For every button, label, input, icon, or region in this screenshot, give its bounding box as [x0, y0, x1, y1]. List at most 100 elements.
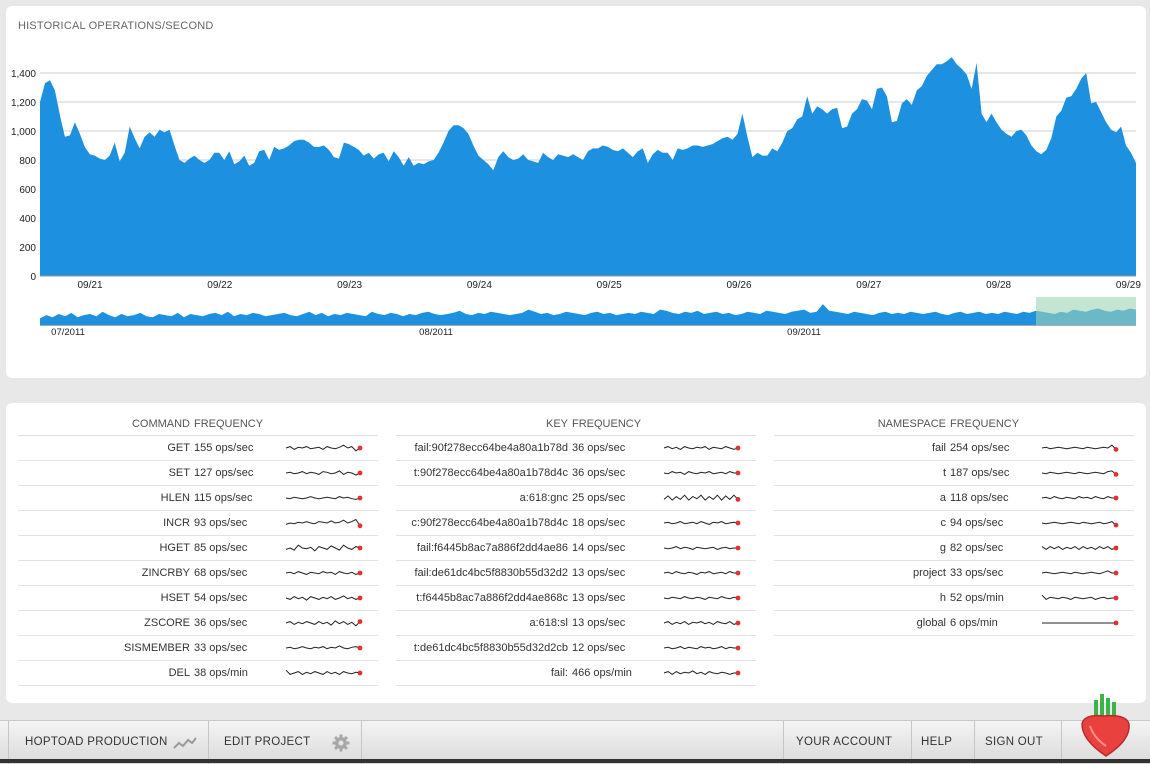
frequency-value: 12 ops/sec	[572, 642, 626, 654]
sparkline-line	[1041, 594, 1116, 601]
namespace-table-header: NAMESPACE FREQUENCY	[774, 413, 1134, 436]
sparkline	[1042, 620, 1119, 626]
command-name: HLEN	[160, 492, 190, 504]
sparkline-endpoint	[357, 523, 363, 529]
key-row[interactable]: a:618:sl 13 ops/sec	[396, 611, 756, 636]
frequency-value: 127 ops/sec	[194, 467, 254, 479]
command-row[interactable]: HGET 85 ops/sec	[18, 536, 378, 561]
frequency-value: 118 ops/sec	[950, 492, 1009, 504]
x-tick-label: 09/27	[856, 280, 881, 291]
sparkline-line	[663, 446, 739, 450]
sparkline-endpoint	[357, 470, 363, 476]
sparkline-line	[1041, 570, 1116, 575]
sparkline	[1041, 594, 1119, 601]
namespace-row[interactable]: global 6 ops/min	[774, 611, 1134, 636]
your-account-button[interactable]: YOUR ACCOUNT	[783, 721, 912, 764]
key-name: t:90f278ecc64be4a80a1b78d4c	[413, 467, 568, 479]
sparkline-line	[663, 621, 739, 625]
sparkline-line	[1041, 496, 1116, 500]
ops-area-chart: 0 200 400 600 800 1,000 1,200 1,400 09/21 09/22 09…	[11, 57, 1141, 338]
command-name: SISMEMBER	[123, 642, 190, 654]
sparkline-line	[285, 669, 361, 675]
command-row[interactable]: HSET 54 ops/sec	[18, 586, 378, 611]
frequency-value: 155 ops/sec	[194, 442, 254, 454]
namespace-row[interactable]: h 52 ops/min	[774, 586, 1134, 611]
sparkline-endpoint	[1113, 595, 1119, 601]
frequency-value: 52 ops/min	[950, 592, 1004, 604]
key-row[interactable]: t:90f278ecc64be4a80a1b78d4c 36 ops/sec	[396, 461, 756, 486]
sparkline-line	[663, 521, 739, 525]
sparkline	[663, 520, 741, 526]
sparkline	[1041, 495, 1119, 501]
edit-project-button[interactable]: EDIT PROJECT	[208, 721, 362, 764]
namespace-row[interactable]: fail 254 ops/sec	[774, 436, 1134, 461]
sparkline-endpoint	[735, 620, 741, 626]
command-row[interactable]: INCR 93 ops/sec	[18, 511, 378, 536]
overview-selection-window[interactable]	[1036, 297, 1136, 325]
command-row[interactable]: DEL 38 ops/min	[18, 661, 378, 686]
namespace-row[interactable]: t 187 ops/sec	[774, 461, 1134, 486]
command-row[interactable]: SISMEMBER 33 ops/sec	[18, 636, 378, 661]
ops-chart-panel: HISTORICAL OPERATIONS/SECOND 0 200 400 600 8…	[6, 6, 1146, 378]
sign-out-button[interactable]: SIGN OUT	[975, 721, 1062, 764]
frequency-value: 13 ops/sec	[572, 592, 626, 604]
frequency-value: 6 ops/min	[950, 617, 998, 629]
frequency-value: 36 ops/sec	[572, 442, 626, 454]
namespace-frequency-table: NAMESPACE FREQUENCY fail 254 ops/sec t 187 op…	[774, 413, 1134, 636]
command-row[interactable]: ZINCRBY 68 ops/sec	[18, 561, 378, 586]
key-row[interactable]: t:de61dc4bc5f8830b55d32d2cb 12 ops/sec	[396, 636, 756, 661]
frequency-value: 14 ops/sec	[572, 542, 626, 554]
command-row[interactable]: GET 155 ops/sec	[18, 436, 378, 461]
key-row[interactable]: fail:f6445b8ac7a886f2dd4ae86 14 ops/sec	[396, 536, 756, 561]
frequency-value: 54 ops/sec	[194, 592, 248, 604]
sparkline	[1041, 521, 1119, 528]
sparkline-endpoint	[357, 595, 363, 601]
help-button[interactable]: HELP	[911, 721, 975, 764]
command-row[interactable]: ZSCORE 36 ops/sec	[18, 611, 378, 636]
namespace-name: project	[912, 567, 946, 579]
sparkline-line	[1041, 444, 1117, 450]
frequency-value: 94 ops/sec	[950, 517, 1004, 529]
command-row[interactable]: HLEN 115 ops/sec	[18, 486, 378, 511]
sparkline	[285, 518, 363, 529]
frequency-value: 93 ops/sec	[194, 517, 248, 529]
key-row[interactable]: fail:90f278ecc64be4a80a1b78d 36 ops/sec	[396, 436, 756, 461]
footer-bar: HOPTOAD PRODUCTION EDIT PROJECT YOUR ACC…	[0, 720, 1150, 764]
overview-tick-label: 09/2011	[787, 327, 821, 338]
key-row[interactable]: t:f6445b8ac7a886f2dd4ae868c 13 ops/sec	[396, 586, 756, 611]
y-tick-label: 1,000	[11, 127, 36, 138]
sparkline	[1041, 570, 1119, 576]
x-tick-label: 09/24	[467, 280, 492, 291]
sparkline-endpoint	[1113, 495, 1119, 501]
sparkline-endpoint	[1113, 522, 1119, 528]
project-button[interactable]: HOPTOAD PRODUCTION	[8, 721, 209, 764]
command-row[interactable]: SET 127 ops/sec	[18, 461, 378, 486]
namespace-row[interactable]: c 94 ops/sec	[774, 511, 1134, 536]
command-frequency-table: COMMAND FREQUENCY GET 155 ops/sec SET 127 ops…	[18, 413, 378, 686]
sparkline-endpoint	[735, 570, 741, 576]
key-row[interactable]: c:90f278ecc64be4a80a1b78d4c 18 ops/sec	[396, 511, 756, 536]
key-row[interactable]: fail:de61dc4bc5f8830b55d32d2 13 ops/sec	[396, 561, 756, 586]
key-row[interactable]: fail: 466 ops/min	[396, 661, 756, 686]
sparkline-endpoint	[357, 445, 363, 451]
namespace-row[interactable]: a 118 ops/sec	[774, 486, 1134, 511]
sparkline	[663, 470, 741, 476]
key-row[interactable]: a:618:gnc 25 ops/sec	[396, 486, 756, 511]
sparkline	[663, 445, 741, 451]
chart-title: HISTORICAL OPERATIONS/SECOND	[18, 20, 214, 32]
sparkline-endpoint	[735, 497, 741, 502]
namespace-name: global	[916, 617, 946, 629]
namespace-row[interactable]: g 82 ops/sec	[774, 536, 1134, 561]
sparkline-endpoint	[357, 670, 363, 676]
sparkline	[285, 444, 363, 452]
radish-logo-icon[interactable]	[1076, 692, 1136, 762]
sparkline-endpoint	[735, 445, 741, 451]
x-tick-label: 09/26	[726, 280, 751, 291]
sparkline	[285, 619, 363, 627]
frequency-value: 33 ops/sec	[950, 567, 1004, 579]
sparkline-line	[663, 546, 738, 550]
sparkline	[285, 470, 363, 476]
namespace-row[interactable]: project 33 ops/sec	[774, 561, 1134, 586]
namespace-name: h	[939, 592, 946, 604]
command-name: ZINCRBY	[141, 567, 190, 579]
